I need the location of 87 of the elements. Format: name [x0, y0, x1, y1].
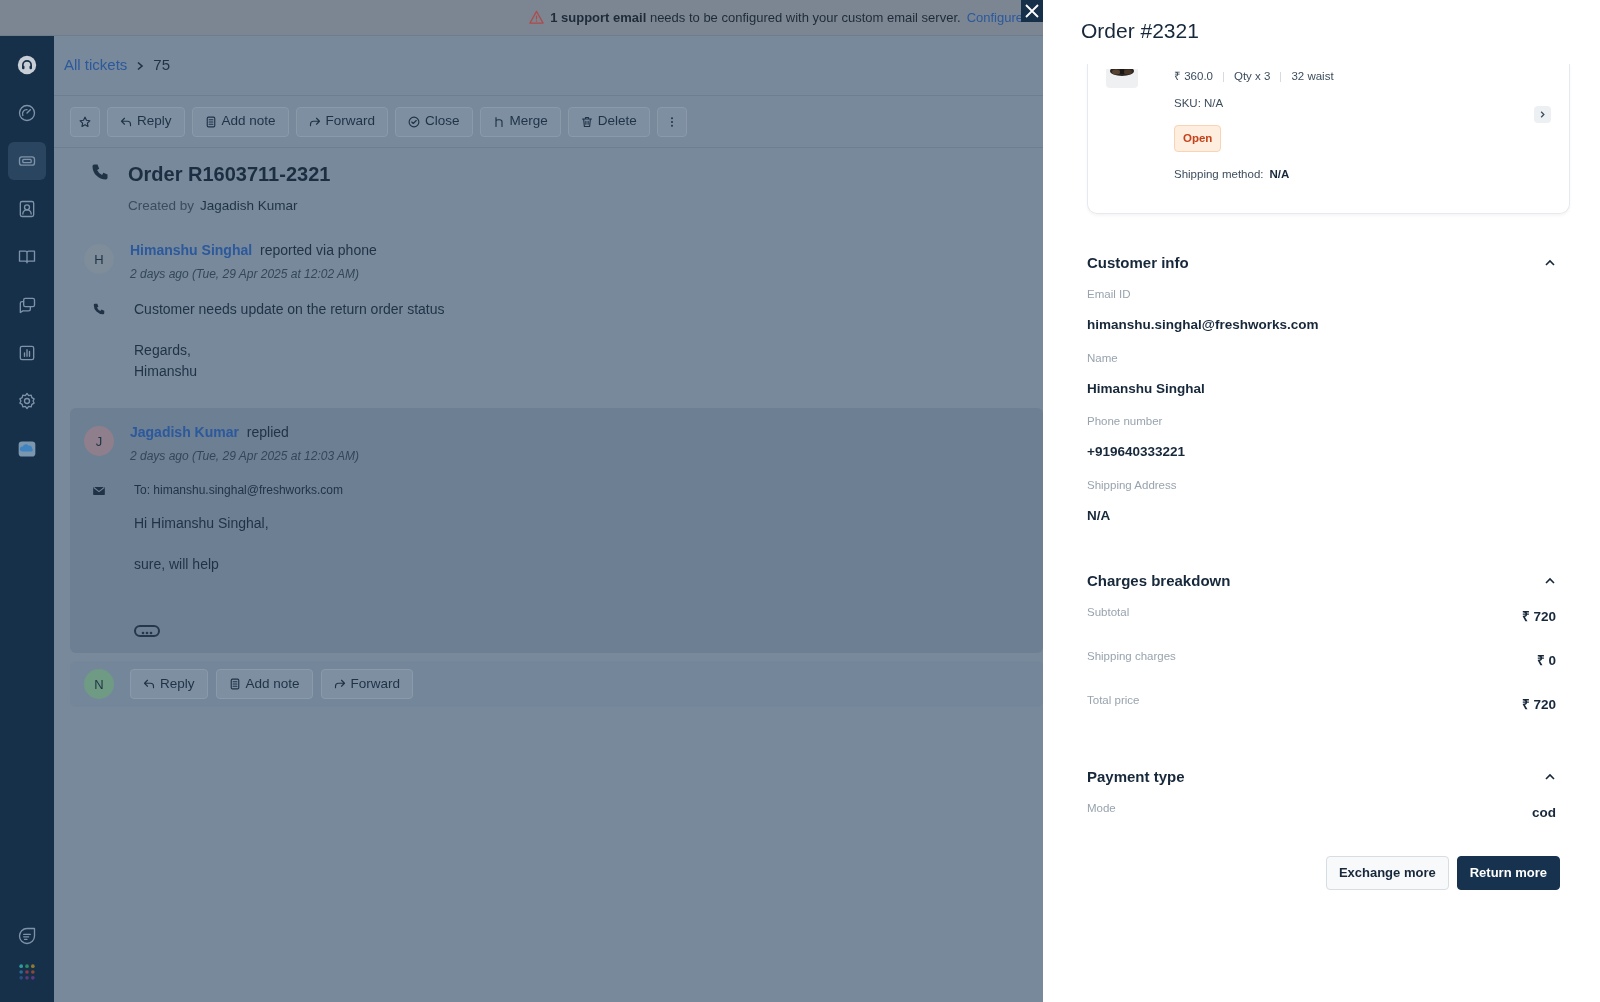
details-button[interactable] — [1534, 106, 1551, 123]
chart-icon — [17, 343, 37, 363]
delete-button[interactable]: Delete — [567, 106, 650, 137]
note-icon — [228, 678, 241, 691]
shipping-label: Shipping method: — [1174, 167, 1264, 180]
ticket-number: 75 — [153, 55, 171, 76]
drawer-title: Order #2321 — [1080, 18, 1200, 44]
field-label: Mode — [1087, 801, 1116, 816]
chevron-right-icon — [135, 60, 146, 71]
field-label: Subtotal — [1087, 605, 1130, 620]
apps-icon[interactable] — [17, 962, 37, 982]
field-value: himanshu.singhal@freshworks.com — [1087, 316, 1320, 335]
field-value: ₹ 0 — [1536, 652, 1556, 670]
timestamp: 2 days ago (Tue, 29 Apr 2025 at 12:02 AM) — [130, 266, 361, 284]
contact-icon — [17, 199, 37, 219]
creator-name: Jagadish Kumar — [200, 198, 298, 213]
field-label: Shipping Address — [1087, 477, 1178, 493]
close-icon — [1024, 3, 1040, 19]
status-badge: Open — [1174, 124, 1222, 152]
note-icon — [204, 115, 217, 128]
field-label: Name — [1087, 350, 1119, 366]
field-label: Email ID — [1087, 287, 1132, 302]
price-text: ₹ 360.0 — [1174, 69, 1213, 84]
reply-icon — [120, 115, 132, 128]
gauge-icon — [17, 103, 37, 123]
primary-button[interactable]: Return more — [1456, 856, 1560, 890]
timestamp: 2 days ago (Tue, 29 Apr 2025 at 12:03 AM) — [130, 448, 360, 466]
reply-icon — [143, 678, 155, 691]
settings-icon — [17, 391, 37, 411]
field-value: ₹ 720 — [1521, 696, 1556, 714]
reply-button[interactable]: Reply — [130, 669, 208, 700]
field-label: Total price — [1087, 693, 1140, 708]
message-line: Regards, — [134, 341, 192, 361]
secondary-button[interactable]: Exchange more — [1325, 856, 1449, 890]
section-title: Payment type — [1087, 768, 1185, 786]
chat-icon — [17, 295, 37, 315]
trash-icon — [580, 115, 593, 128]
action-text: reported via phone — [260, 242, 377, 259]
avatar: N — [84, 669, 114, 700]
message-line: Customer needs update on the return order status — [134, 300, 445, 320]
field-value: cod — [1532, 804, 1556, 822]
field-label: Shipping charges — [1087, 649, 1176, 664]
forward-button[interactable]: Forward — [320, 669, 414, 700]
close-button[interactable]: Close — [395, 106, 473, 137]
section-title: Customer info — [1087, 254, 1189, 272]
notice-text: 1 support email needs to be configured with your custom email server. — [550, 8, 961, 27]
merge-button[interactable]: Merge — [479, 106, 561, 137]
reply-button[interactable]: Reply — [107, 106, 185, 137]
field-value: +919640333221 — [1087, 443, 1186, 462]
shipping-value: N/A — [1269, 167, 1290, 180]
logo-icon — [17, 55, 37, 75]
expand-button[interactable] — [134, 625, 160, 638]
field-value: ₹ 720 — [1521, 608, 1556, 626]
field-value: Himanshu Singhal — [1087, 379, 1206, 398]
warning-icon — [529, 10, 545, 25]
message-line: Hi Himanshu Singhal, — [134, 514, 270, 534]
message-line: Himanshu — [134, 362, 199, 382]
field-value: N/A — [1087, 506, 1112, 525]
add-note-button[interactable]: Add note — [191, 106, 289, 137]
cloud-icon — [17, 439, 37, 459]
forward-icon — [333, 678, 346, 691]
message-line: sure, will help — [134, 555, 220, 575]
action-text: replied — [246, 424, 289, 441]
breadcrumb-link[interactable]: All tickets — [64, 54, 128, 77]
phone-icon — [90, 162, 110, 182]
sku-text: SKU: N/A — [1174, 96, 1225, 112]
size-text: 32 waist — [1291, 69, 1334, 84]
sidebar-item[interactable] — [8, 142, 46, 180]
feedback-icon[interactable] — [17, 926, 37, 946]
star-icon — [79, 115, 91, 128]
recipient-text: To: himanshu.singhal@freshworks.com — [134, 482, 343, 500]
ticket-title: Order R1603711-2321 — [128, 162, 331, 186]
add-note-button[interactable]: Add note — [215, 669, 313, 700]
forward-icon — [308, 115, 321, 128]
star-button[interactable] — [70, 106, 100, 137]
close-button[interactable] — [1021, 0, 1043, 22]
section-title: Charges breakdown — [1087, 572, 1231, 590]
created-label: Created by — [128, 198, 195, 213]
check-circle-icon — [408, 115, 421, 128]
field-label: Phone number — [1087, 414, 1164, 429]
chevron-right-icon — [1538, 110, 1547, 119]
avatar: J — [84, 426, 114, 457]
phone-icon — [92, 302, 106, 317]
merge-icon — [492, 115, 505, 128]
avatar: H — [84, 244, 114, 275]
quantity-text: Qty x 3 — [1234, 69, 1271, 84]
forward-button[interactable]: Forward — [295, 106, 389, 137]
